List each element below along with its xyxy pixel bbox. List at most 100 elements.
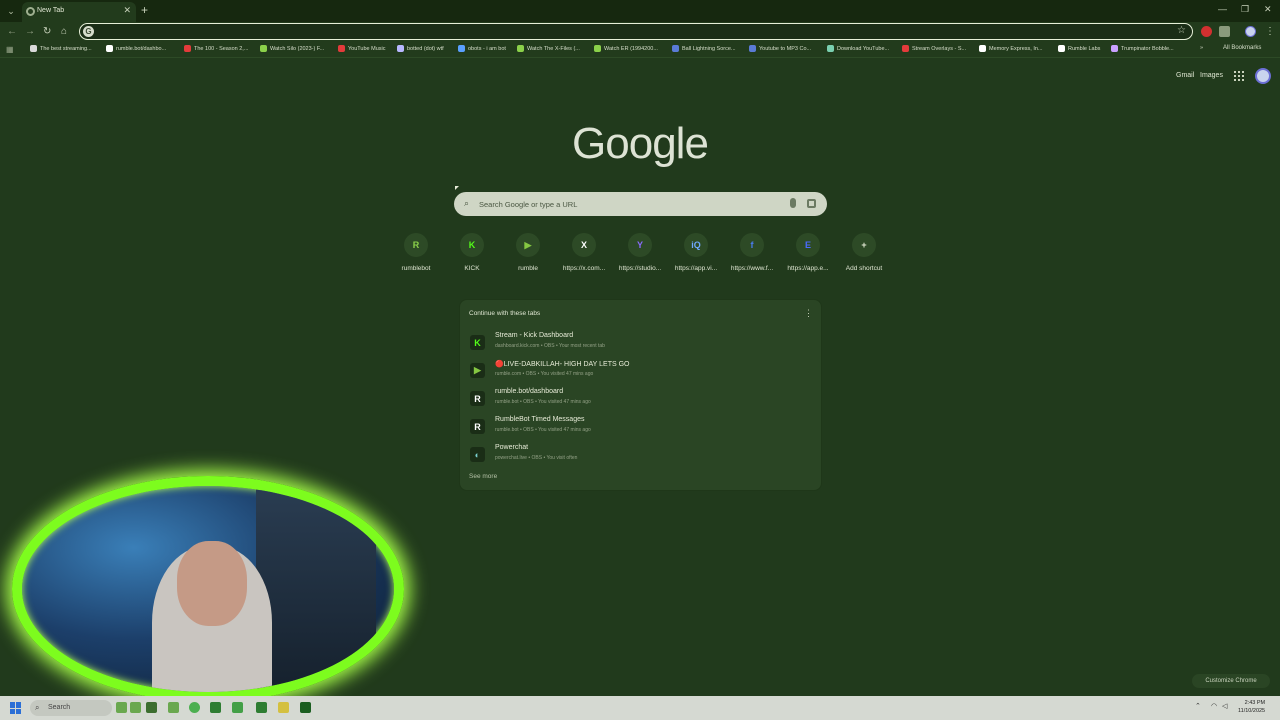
account-avatar[interactable] (1255, 68, 1271, 84)
new-tab-button[interactable]: + (141, 3, 148, 17)
reload-icon[interactable]: ↻ (43, 26, 51, 37)
bookmark-item[interactable]: obots - i am bot (458, 45, 506, 52)
images-link[interactable]: Images (1200, 72, 1223, 79)
shortcut-tile[interactable]: + Add shortcut (836, 233, 892, 272)
tab-favicon-icon: ▶ (470, 363, 485, 378)
close-tab-icon[interactable]: ✕ (123, 5, 131, 16)
taskbar-app-icon[interactable] (146, 702, 157, 713)
bookmark-item[interactable]: Watch The X-Files (... (517, 45, 580, 52)
panel-title: Continue with these tabs (469, 310, 541, 317)
shortcut-tile[interactable]: Ehttps://app.e... (780, 233, 836, 272)
close-window-icon[interactable]: ✕ (1264, 4, 1272, 15)
windows-start-icon[interactable] (10, 702, 22, 714)
bookmark-item[interactable]: Youtube to MP3 Co... (749, 45, 811, 52)
taskbar-app-icon[interactable] (168, 702, 179, 713)
lens-search-icon[interactable] (807, 199, 816, 208)
google-icon: G (83, 26, 94, 37)
gmail-link[interactable]: Gmail (1176, 72, 1194, 79)
chrome-taskbar-icon[interactable] (189, 702, 200, 713)
taskbar-search[interactable]: ⌕ Search (30, 700, 112, 716)
see-more-link[interactable]: See more (469, 473, 497, 480)
voice-search-icon[interactable] (790, 198, 796, 208)
continue-tab-item[interactable]: Rrumble.bot/dashboard rumble.bot • OBS • … (468, 386, 813, 412)
continue-tab-subtitle: rumble.bot • OBS • You visited 47 mins a… (495, 399, 591, 405)
shortcut-tile[interactable]: Xhttps://x.com... (556, 233, 612, 272)
bookmark-favicon-icon (458, 45, 465, 52)
shortcut-tile[interactable]: ▶ rumble (500, 233, 556, 272)
shortcut-icon: f (740, 233, 764, 257)
taskbar-app-icon[interactable] (256, 702, 267, 713)
bookmark-label: Memory Express, In... (989, 45, 1043, 52)
shortcut-label: https://app.e... (787, 265, 829, 272)
taskbar-app-icon[interactable] (232, 702, 243, 713)
extensions-puzzle-icon[interactable] (1219, 26, 1230, 37)
volume-icon[interactable]: ◁ (1222, 702, 1227, 710)
search-placeholder: Search Google or type a URL (479, 200, 578, 209)
bookmark-item[interactable]: YouTube Music (338, 45, 386, 52)
bookmark-favicon-icon (397, 45, 404, 52)
back-icon[interactable]: ← (7, 26, 17, 37)
bookmark-item[interactable]: Stream Overlays - S... (902, 45, 966, 52)
continue-tabs-panel: Continue with these tabs ⋮ K Stream - Kic… (459, 299, 822, 491)
taskbar-app-icon[interactable] (210, 702, 221, 713)
tab-favicon-icon: K (470, 335, 485, 350)
bookmark-item[interactable]: Download YouTube... (827, 45, 889, 52)
all-bookmarks[interactable]: All Bookmarks (1223, 45, 1261, 51)
shortcut-tile[interactable]: K KICK (444, 233, 500, 272)
address-bar[interactable]: G ☆ (79, 23, 1193, 40)
continue-tab-item[interactable]: ▶ 🔴LIVE-DABKILLAH- HIGH DAY LETS GO rumble… (468, 358, 813, 384)
shortcut-tile[interactable]: iQ https://app.vi... (668, 233, 724, 272)
bookmark-star-icon[interactable]: ☆ (1177, 25, 1186, 36)
taskbar-app-icon[interactable] (300, 702, 311, 713)
apps-grid-icon[interactable]: ▦ (6, 45, 14, 54)
continue-tab-item[interactable]: R RumbleBot Timed Messages rumble.bot • OB… (468, 414, 813, 440)
shortcut-tile[interactable]: f https://www.f... (724, 233, 780, 272)
shortcut-label: https://x.com... (562, 265, 606, 272)
shortcut-tile[interactable]: Yhttps://studio... (612, 233, 668, 272)
bookmark-favicon-icon (1111, 45, 1118, 52)
shortcut-icon: X (572, 233, 596, 257)
shortcut-icon: + (852, 233, 876, 257)
bookmark-item[interactable]: botted (dot) wtf (397, 45, 444, 52)
forward-icon[interactable]: → (25, 26, 35, 37)
bookmark-item[interactable]: Watch Silo (2023-) F... (260, 45, 324, 52)
google-apps-icon[interactable] (1234, 71, 1244, 81)
wifi-icon[interactable]: ◠ (1211, 702, 1217, 710)
tray-chevron-icon[interactable]: ⌃ (1195, 702, 1201, 710)
bookmarks-overflow-icon[interactable]: » (1200, 45, 1203, 51)
home-icon[interactable]: ⌂ (61, 26, 67, 37)
bookmark-item[interactable]: Trumpinator Bobble... (1111, 45, 1174, 52)
menu-kebab-icon[interactable]: ⋮ (1265, 26, 1275, 37)
bookmark-item[interactable]: Rumble Labs (1058, 45, 1100, 52)
clock-date: 11/10/2025 (1238, 708, 1266, 714)
tab-new-tab[interactable]: New Tab ✕ (22, 2, 136, 22)
bookmark-item[interactable]: Memory Express, In... (979, 45, 1043, 52)
minimize-icon[interactable]: — (1218, 4, 1227, 14)
extension-red-icon[interactable] (1201, 26, 1212, 37)
profile-avatar-icon[interactable] (1245, 26, 1256, 37)
shortcut-label: https://studio... (618, 265, 662, 272)
bookmark-item[interactable]: The best streaming... (30, 45, 92, 52)
shortcut-icon: ▶ (516, 233, 540, 257)
taskbar-app-icon[interactable] (278, 702, 289, 713)
search-box[interactable]: ⌕ Search Google or type a URL (454, 192, 827, 216)
bookmark-favicon-icon (672, 45, 679, 52)
bookmark-item[interactable]: rumble.bot/dashbo... (106, 45, 166, 52)
bookmark-item[interactable]: Ball Lightning Sorce... (672, 45, 736, 52)
continue-tab-item[interactable]: K Stream - Kick Dashboard dashboard.kick.c… (468, 330, 813, 356)
taskbar-app-icon[interactable] (130, 702, 141, 713)
taskbar-search-icon: ⌕ (35, 703, 40, 712)
shortcut-label: rumblebot (401, 265, 431, 272)
bookmark-item[interactable]: The 100 - Season 2,... (184, 45, 248, 52)
panel-menu-icon[interactable]: ⋮ (804, 308, 813, 319)
taskbar-clock[interactable]: 2:43 PM 11/10/2025 (1238, 699, 1265, 715)
bookmark-item[interactable]: Watch ER (1994200... (594, 45, 658, 52)
taskbar-app-icon[interactable] (116, 702, 127, 713)
continue-tab-item[interactable]: ◐ Powerchat powerchat.live • OBS • You vis… (468, 442, 813, 468)
customize-chrome-button[interactable]: Customize Chrome (1192, 674, 1270, 688)
tab-favicon-icon: ◐ (470, 447, 485, 462)
bookmark-favicon-icon (184, 45, 191, 52)
restore-icon[interactable]: ❐ (1241, 4, 1249, 15)
tab-search-icon[interactable]: ⌄ (4, 4, 18, 18)
shortcut-tile[interactable]: Rrumblebot (388, 233, 444, 272)
